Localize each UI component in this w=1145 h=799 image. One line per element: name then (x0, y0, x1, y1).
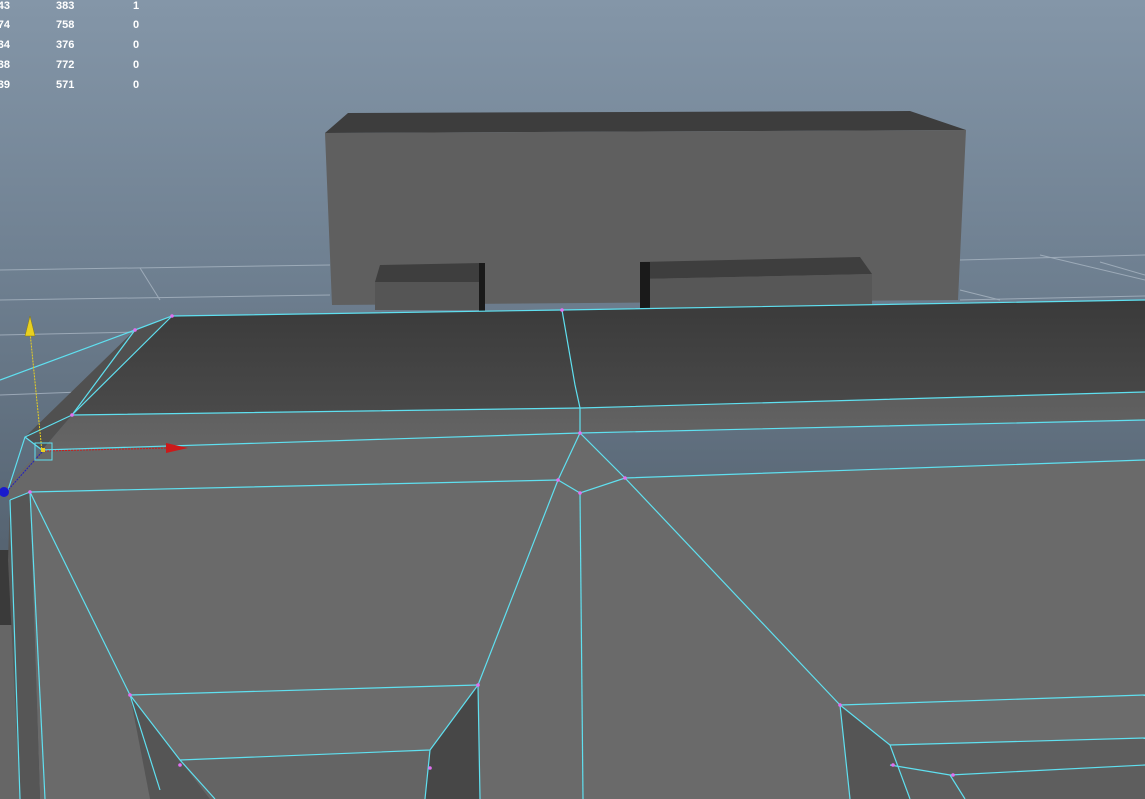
hud-row: 74 758 0 (0, 19, 160, 39)
hud-row: 43 383 1 (0, 0, 160, 20)
hud-value: 38 (0, 59, 10, 71)
heads-up-display: 43 383 1 74 758 0 34 376 0 38 772 0 39 5… (0, 0, 160, 100)
hud-row: 39 571 0 (0, 79, 160, 99)
hud-value: 571 (56, 79, 75, 91)
hud-value: 39 (0, 79, 10, 91)
hud-value: 758 (56, 19, 75, 31)
scene-canvas[interactable] (0, 0, 1145, 799)
hud-row: 34 376 0 (0, 39, 160, 59)
hud-value: 772 (56, 59, 75, 71)
hud-value: 43 (0, 0, 10, 12)
background-box-mesh[interactable] (325, 111, 966, 311)
hud-value: 74 (0, 19, 10, 31)
hud-row: 38 772 0 (0, 59, 160, 79)
hud-value: 1 (133, 0, 140, 12)
hud-value: 376 (56, 39, 75, 51)
hud-value: 0 (133, 59, 140, 71)
hud-value: 0 (133, 19, 140, 31)
hud-value: 34 (0, 39, 10, 51)
hud-value: 0 (133, 79, 140, 91)
hud-value: 0 (133, 39, 140, 51)
hud-value: 383 (56, 0, 75, 12)
foreground-mesh[interactable] (0, 300, 1145, 799)
3d-viewport[interactable]: 43 383 1 74 758 0 34 376 0 38 772 0 39 5… (0, 0, 1145, 799)
